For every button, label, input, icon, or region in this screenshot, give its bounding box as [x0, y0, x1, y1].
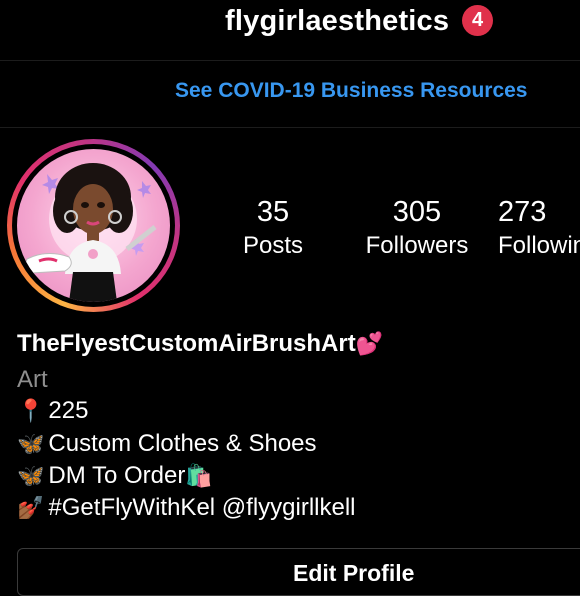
posts-count: 35: [256, 196, 290, 228]
bio-name: TheFlyestCustomAirBrushArt💕: [17, 330, 387, 358]
bio-name-text: TheFlyestCustomAirBrushArt: [17, 330, 356, 357]
avatar-illustration: [25, 163, 157, 302]
notification-badge[interactable]: 4: [462, 5, 493, 36]
shopping-bags-emoji: 🛍️: [185, 463, 213, 488]
profile-username[interactable]: flygirlaesthetics: [225, 5, 449, 38]
bio-line: 📍 225: [17, 397, 88, 425]
covid-resources-link[interactable]: See COVID-19 Business Resources: [175, 79, 528, 103]
posts-label: Posts: [242, 232, 304, 259]
bio-category: Art: [17, 366, 48, 393]
following-label: Following: [498, 232, 580, 259]
bio-line-text[interactable]: #GetFlyWithKel @flyygirllkell: [48, 494, 355, 521]
nail-polish-emoji: 💅🏾: [17, 495, 45, 520]
followers-stat[interactable]: 305 Followers: [352, 196, 482, 260]
followers-label: Followers: [365, 232, 469, 259]
two-hearts-emoji: 💕: [355, 331, 384, 356]
bio-line-text: DM To Order: [48, 462, 186, 489]
followers-count: 305: [392, 196, 442, 228]
bio-line-text: 225: [48, 397, 89, 424]
following-count: 273: [498, 196, 547, 228]
following-stat[interactable]: 273 Following: [498, 196, 580, 260]
posts-stat[interactable]: 35 Posts: [228, 196, 318, 260]
pin-emoji: 📍: [17, 398, 45, 423]
butterfly-emoji: 🦋: [17, 463, 45, 488]
bio-line: 🦋 DM To Order🛍️: [17, 462, 217, 490]
story-ring[interactable]: [7, 139, 180, 312]
bio-line: 💅🏾 #GetFlyWithKel @flyygirllkell: [17, 494, 356, 522]
edit-profile-label: Edit Profile: [293, 560, 415, 586]
butterfly-emoji: 🦋: [17, 431, 45, 456]
avatar[interactable]: [17, 149, 170, 302]
bio-line-text: Custom Clothes & Shoes: [48, 430, 317, 457]
bio-line: 🦋 Custom Clothes & Shoes: [17, 430, 317, 458]
avatar-border: [12, 144, 175, 307]
